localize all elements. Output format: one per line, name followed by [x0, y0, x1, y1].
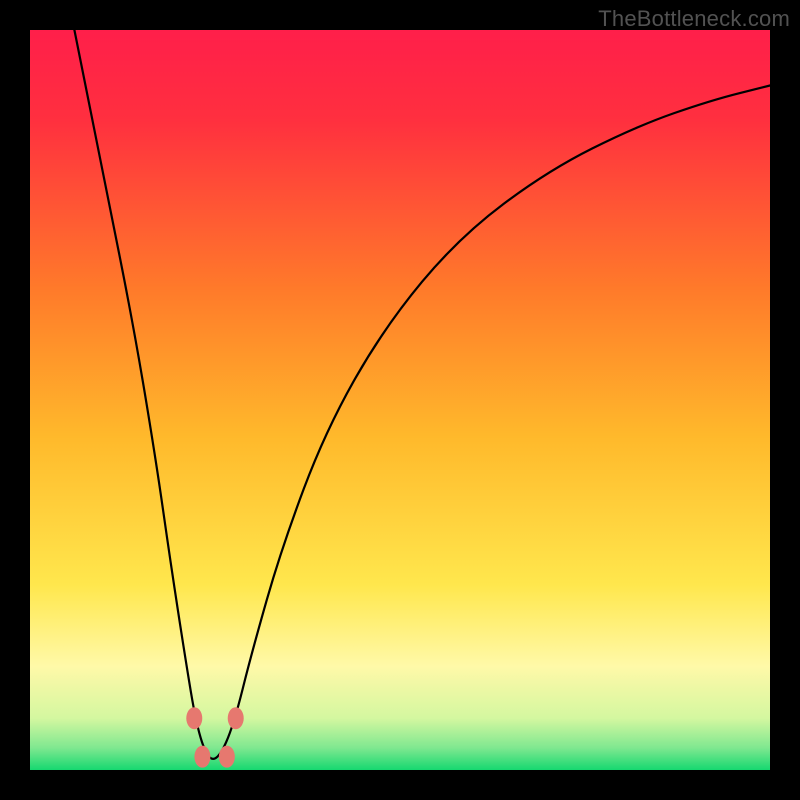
plot-area: [30, 30, 770, 770]
chart-canvas: TheBottleneck.com: [0, 0, 800, 800]
curve-marker: [219, 746, 235, 768]
curve-marker: [228, 707, 244, 729]
curve-marker: [186, 707, 202, 729]
bottleneck-curve: [30, 30, 770, 770]
watermark-label: TheBottleneck.com: [598, 6, 790, 32]
curve-marker: [194, 746, 210, 768]
